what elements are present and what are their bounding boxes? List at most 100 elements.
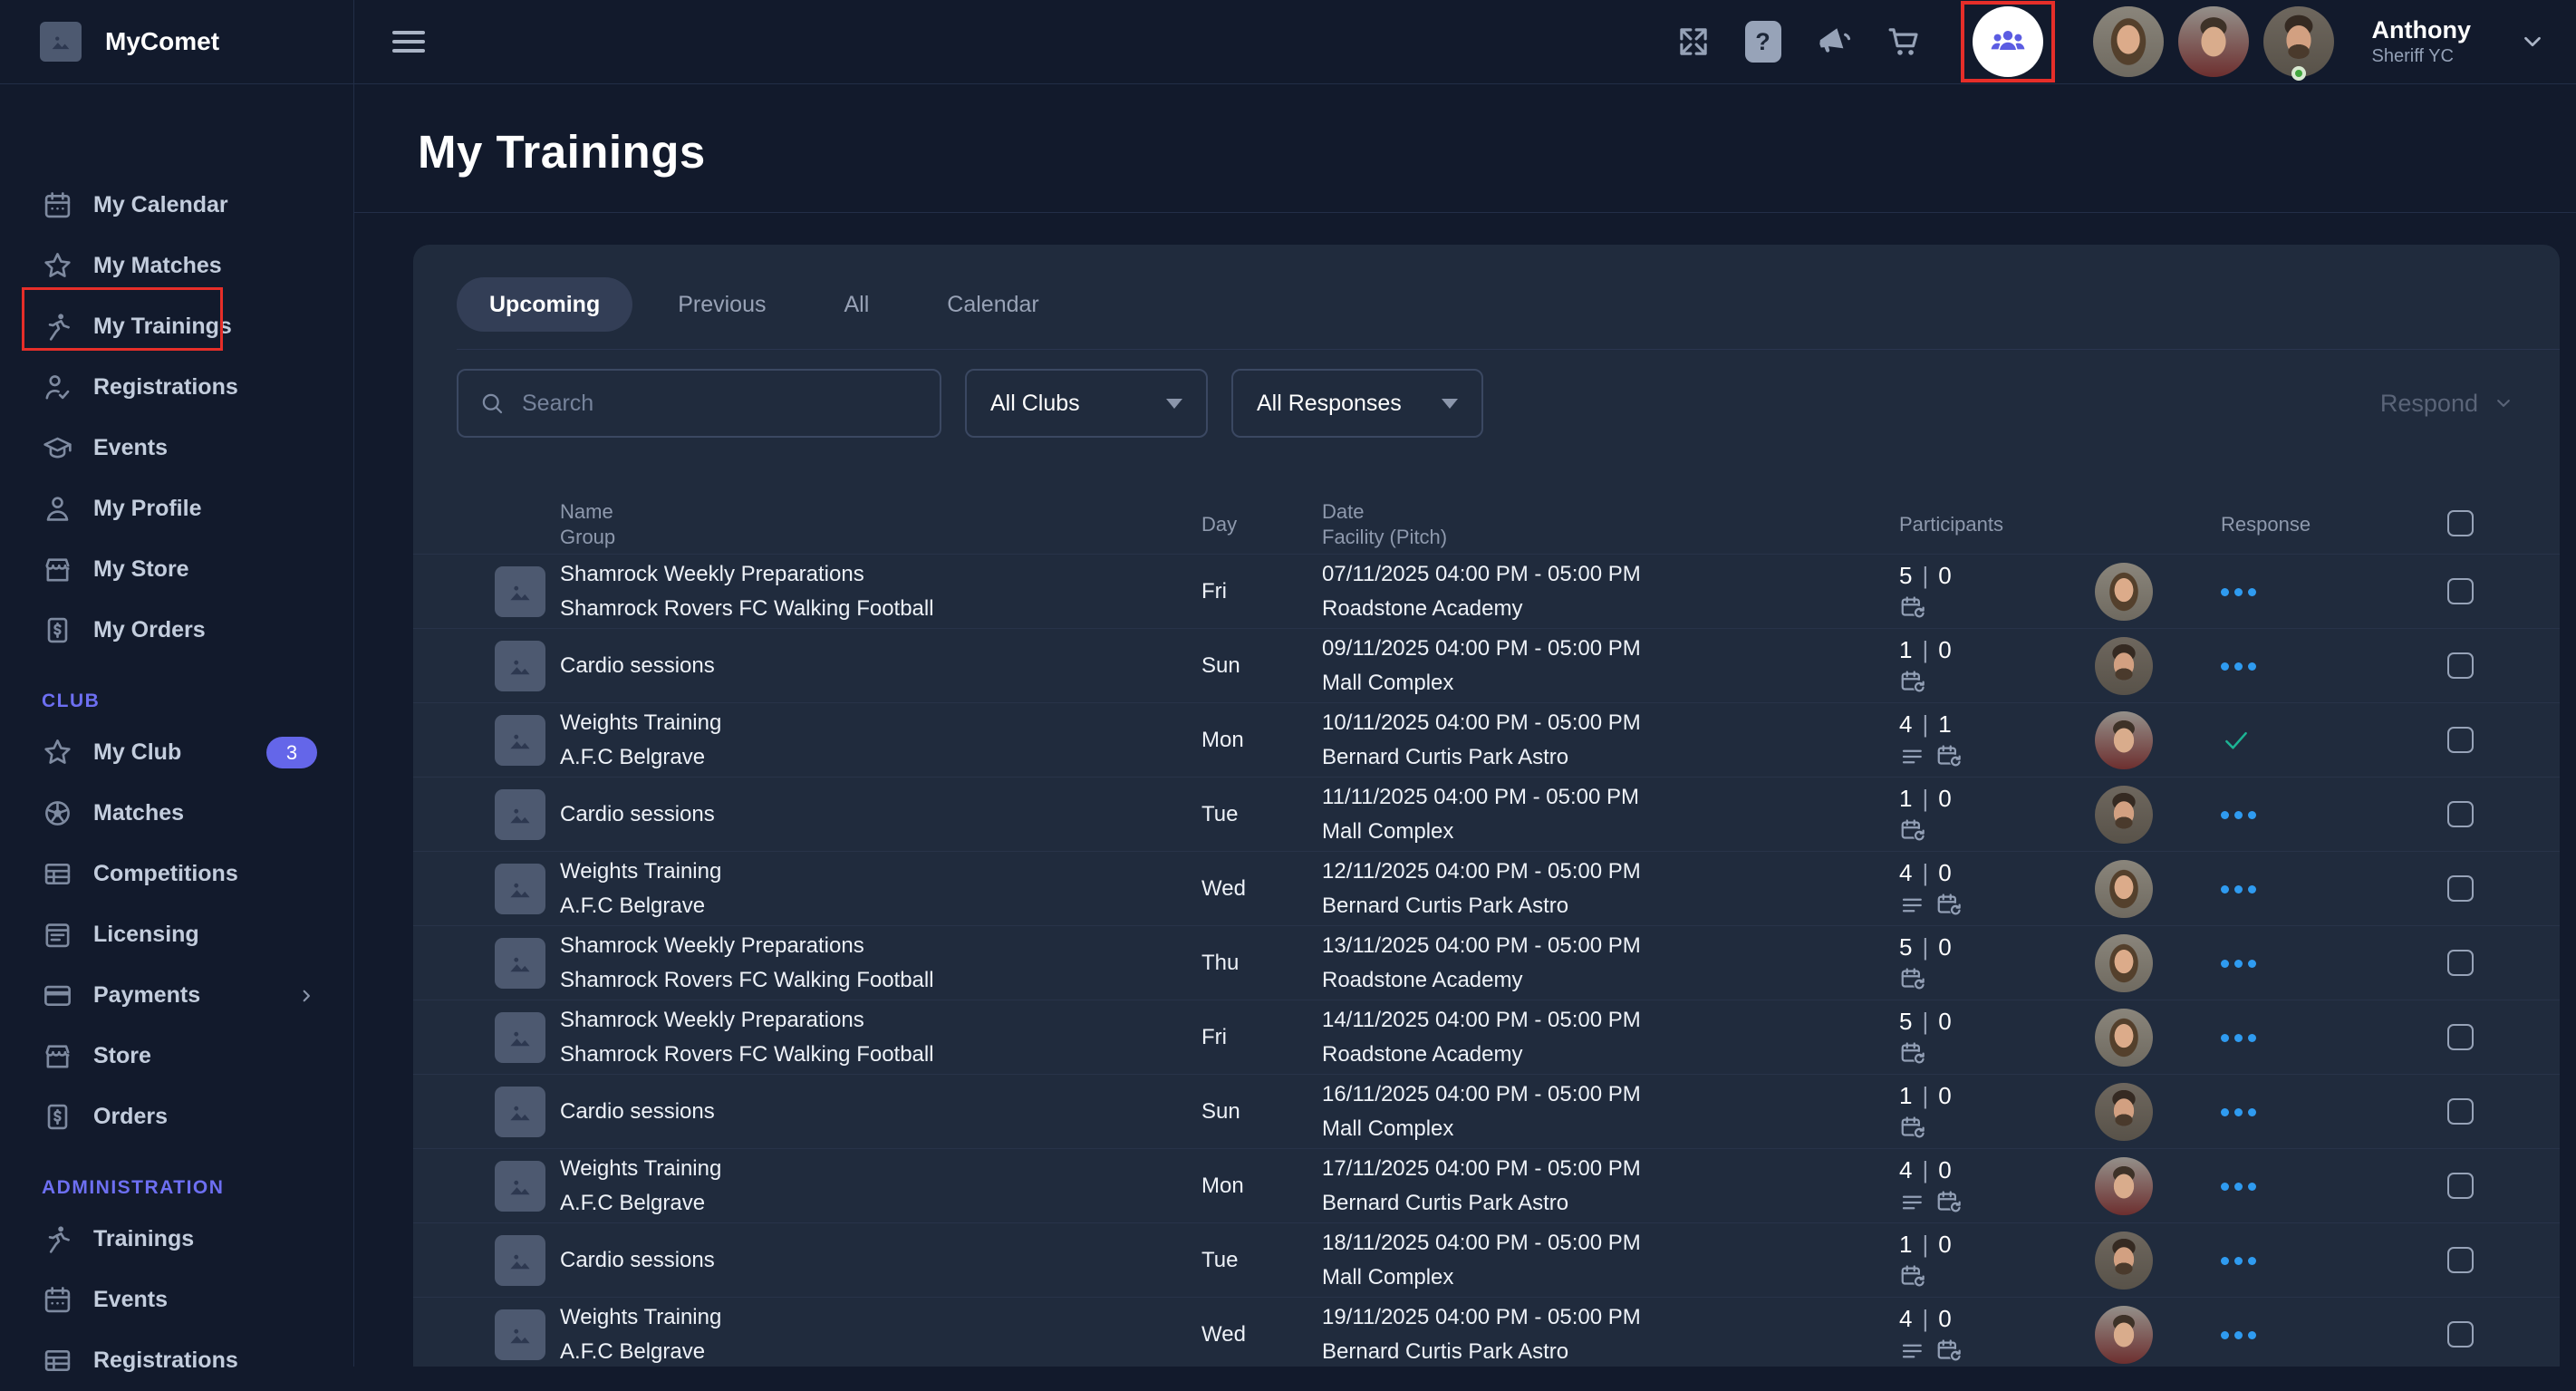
row-checkbox[interactable] [2447,1024,2474,1050]
sidebar-item-my-club[interactable]: My Club3 [0,722,353,783]
sidebar-item-my-profile[interactable]: My Profile [0,478,353,539]
announcements-icon[interactable] [1814,23,1852,61]
calendar-sync-icon[interactable] [1935,1338,1963,1365]
participant-avatar[interactable] [2095,1157,2153,1215]
response-menu-button[interactable] [2221,1257,2256,1265]
response-menu-button[interactable] [2221,885,2256,894]
response-menu-button[interactable] [2221,960,2256,968]
calendar-sync-icon[interactable] [1899,1040,1926,1067]
row-checkbox[interactable] [2447,950,2474,976]
help-icon[interactable]: ? [1745,21,1781,63]
row-checkbox[interactable] [2447,1173,2474,1199]
training-name[interactable]: Weights Training [560,859,1158,884]
training-date-time: 19/11/2025 04:00 PM - 05:00 PM [1322,1305,1641,1330]
sidebar-item-events[interactable]: Events [0,1270,353,1330]
sidebar-item-trainings[interactable]: Trainings [0,1209,353,1270]
calendar-sync-icon[interactable] [1899,594,1926,622]
response-menu-button[interactable] [2221,588,2256,596]
participant-avatar[interactable] [2095,1009,2153,1067]
calendar-sync-icon[interactable] [1935,743,1963,770]
sidebar-item-my-matches[interactable]: My Matches [0,236,353,296]
sidebar-item-my-store[interactable]: My Store [0,539,353,600]
sidebar-item-registrations[interactable]: Registrations [0,357,353,418]
sidebar-item-my-trainings[interactable]: My Trainings [0,296,353,357]
training-name[interactable]: Shamrock Weekly Preparations [560,1008,1158,1033]
agenda-list-icon[interactable] [1899,743,1926,770]
sidebar-item-competitions[interactable]: Competitions [0,844,353,904]
calendar-sync-icon[interactable] [1935,892,1963,919]
search-input[interactable] [522,391,920,417]
tab-all[interactable]: All [811,277,902,332]
participant-avatar[interactable] [2095,934,2153,992]
participant-avatar[interactable] [2095,1306,2153,1364]
calendar-sync-icon[interactable] [1899,966,1926,993]
agenda-list-icon[interactable] [1899,1338,1926,1365]
sidebar-item-payments[interactable]: Payments [0,965,353,1026]
menu-toggle-icon[interactable] [392,25,425,58]
calendar-sync-icon[interactable] [1935,1189,1963,1216]
sidebar-item-matches[interactable]: Matches [0,783,353,844]
sidebar-item-store[interactable]: Store [0,1026,353,1087]
search-box[interactable] [457,369,941,438]
sidebar-item-my-calendar[interactable]: My Calendar [0,175,353,236]
participant-avatar[interactable] [2095,860,2153,918]
tab-previous[interactable]: Previous [645,277,798,332]
row-checkbox[interactable] [2447,652,2474,679]
sidebar-item-events[interactable]: Events [0,418,353,478]
response-menu-button[interactable] [2221,1183,2256,1191]
user-block[interactable]: Anthony Sheriff YC [2372,15,2471,69]
row-checkbox[interactable] [2447,578,2474,604]
training-name[interactable]: Cardio sessions [560,802,1158,827]
row-checkbox[interactable] [2447,1098,2474,1125]
response-menu-button[interactable] [2221,662,2256,671]
sidebar-item-my-orders[interactable]: My Orders [0,600,353,661]
topbar-avatar-young-man[interactable] [2178,6,2249,77]
participant-avatar[interactable] [2095,563,2153,621]
group-avatar-button[interactable] [1973,6,2043,77]
calendar-sync-icon[interactable] [1899,669,1926,696]
calendar-sync-icon[interactable] [1899,1263,1926,1290]
club-filter-select[interactable]: All Clubs [965,369,1208,438]
row-checkbox[interactable] [2447,1247,2474,1273]
cart-icon[interactable] [1885,23,1923,61]
response-menu-button[interactable] [2221,1331,2256,1339]
response-menu-button[interactable] [2221,1034,2256,1042]
training-name[interactable]: Weights Training [560,710,1158,736]
calendar-sync-icon[interactable] [1899,1115,1926,1142]
chevron-down-icon[interactable] [2516,25,2549,58]
tab-calendar[interactable]: Calendar [914,277,1071,332]
tab-upcoming[interactable]: Upcoming [457,277,632,332]
sidebar-item-licensing[interactable]: Licensing [0,904,353,965]
participant-avatar[interactable] [2095,1083,2153,1141]
calendar-sync-icon[interactable] [1899,817,1926,845]
topbar-avatar-woman[interactable] [2093,6,2164,77]
training-date-time: 13/11/2025 04:00 PM - 05:00 PM [1322,933,1641,959]
participant-avatar[interactable] [2095,1232,2153,1290]
response-filter-select[interactable]: All Responses [1231,369,1483,438]
participant-avatar[interactable] [2095,786,2153,844]
sidebar-item-registrations[interactable]: Registrations [0,1330,353,1391]
topbar-avatar-beard-man[interactable] [2263,6,2334,77]
response-menu-button[interactable] [2221,1108,2256,1116]
row-checkbox[interactable] [2447,1321,2474,1348]
agenda-list-icon[interactable] [1899,1189,1926,1216]
sidebar-item-orders[interactable]: Orders [0,1087,353,1147]
row-checkbox[interactable] [2447,875,2474,902]
training-name[interactable]: Cardio sessions [560,1248,1158,1273]
respond-button-disabled[interactable]: Respond [2380,390,2516,418]
training-name[interactable]: Weights Training [560,1156,1158,1182]
training-name[interactable]: Shamrock Weekly Preparations [560,933,1158,959]
fullscreen-icon[interactable] [1674,23,1713,61]
response-menu-button[interactable] [2221,811,2256,819]
header-name-group: NameGroup [560,499,615,550]
select-all-checkbox[interactable] [2447,510,2474,536]
training-name[interactable]: Weights Training [560,1305,1158,1330]
training-name[interactable]: Cardio sessions [560,1099,1158,1125]
participant-avatar[interactable] [2095,711,2153,769]
participant-avatar[interactable] [2095,637,2153,695]
training-name[interactable]: Cardio sessions [560,653,1158,679]
row-checkbox[interactable] [2447,801,2474,827]
agenda-list-icon[interactable] [1899,892,1926,919]
row-checkbox[interactable] [2447,727,2474,753]
training-name[interactable]: Shamrock Weekly Preparations [560,562,1158,587]
